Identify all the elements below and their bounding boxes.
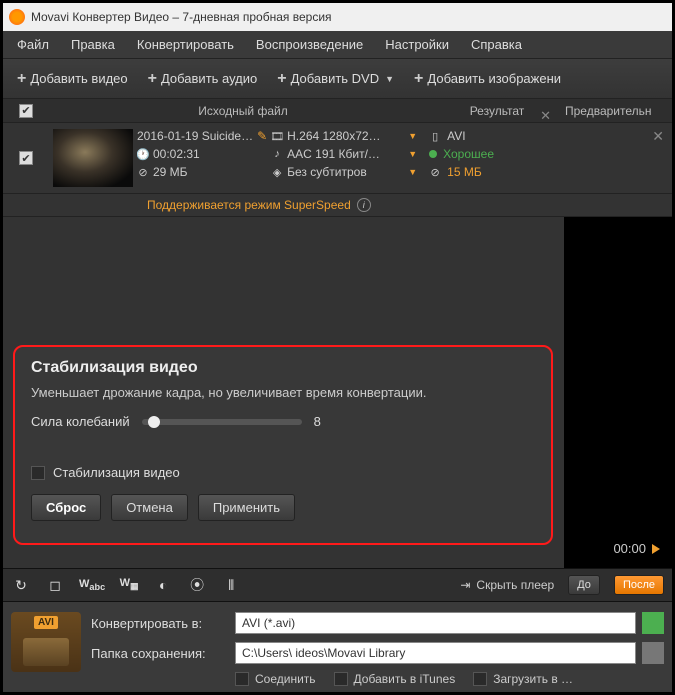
watermark-text-icon[interactable]: Wabc [79, 578, 105, 592]
stab-slider[interactable] [142, 419, 302, 425]
add-video-button[interactable]: +Добавить видео [7, 64, 138, 94]
app-icon [9, 9, 25, 25]
bottom-form: AVI Конвертировать в: AVI (*.avi) Папка … [3, 602, 672, 692]
video-dropdown-icon[interactable]: ▼ [408, 131, 423, 141]
result-format: AVI [447, 129, 465, 143]
select-all-checkbox[interactable]: ✔ [19, 104, 33, 118]
rotate-icon[interactable]: ↻ [11, 577, 31, 594]
file-checkbox[interactable]: ✔ [19, 151, 33, 165]
slider-thumb[interactable] [148, 416, 160, 428]
watermark-image-icon[interactable]: W▦ [119, 577, 139, 592]
result-quality: Хорошее [443, 147, 494, 161]
audio-icon: ♪ [271, 148, 283, 160]
video-icon: 🎞 [271, 130, 283, 142]
app-window: Movavi Конвертер Видео – 7-дневная пробн… [0, 0, 675, 695]
menu-convert[interactable]: Конвертировать [127, 33, 244, 56]
stabilization-panel: Стабилизация видео Уменьшает дрожание ка… [13, 345, 553, 545]
format-badge: AVI [34, 616, 58, 629]
col-source: Исходный файл [49, 104, 437, 118]
stab-slider-value: 8 [314, 414, 321, 429]
menu-edit[interactable]: Правка [61, 33, 125, 56]
hide-player-button[interactable]: ⇥ Скрыть плеер [460, 578, 554, 592]
menu-file[interactable]: Файл [7, 33, 59, 56]
file-name: 2016-01-19 Suicide… [137, 129, 253, 143]
menubar: Файл Правка Конвертировать Воспроизведен… [3, 31, 672, 59]
close-result-icon[interactable]: ✕ [540, 108, 551, 124]
disk-icon: ⊘ [429, 166, 441, 178]
remove-file-icon[interactable]: ✕ [652, 128, 664, 145]
equalizer-icon[interactable]: ⫴ [221, 577, 241, 594]
plus-icon: + [17, 70, 26, 88]
crop-icon[interactable]: ◻ [45, 577, 65, 594]
window-title: Movavi Конвертер Видео – 7-дневная пробн… [31, 10, 332, 24]
chevron-down-icon: ▼ [385, 74, 394, 84]
plus-icon: + [277, 70, 286, 88]
itunes-label: Добавить в iTunes [354, 672, 456, 686]
toolbar: +Добавить видео +Добавить аудио +Добавит… [3, 59, 672, 99]
menu-settings[interactable]: Настройки [375, 33, 459, 56]
info-icon[interactable]: i [357, 198, 371, 212]
subtitles: Без субтитров [287, 165, 367, 179]
quality-dot-icon [429, 150, 437, 158]
device-icon: ▯ [429, 130, 441, 142]
disk-icon: ⊘ [137, 166, 149, 178]
file-size: 29 МБ [153, 165, 188, 179]
subtitle-icon: ◈ [271, 166, 283, 178]
video-codec: H.264 1280x72… [287, 129, 380, 143]
result-size[interactable]: 15 МБ [447, 165, 482, 179]
before-button[interactable]: До [568, 575, 600, 595]
col-result: Результат✕ [437, 104, 557, 118]
stab-description: Уменьшает дрожание кадра, но увеличивает… [31, 385, 535, 400]
file-row: ✔ 2016-01-19 Suicide…✎ 🕐00:02:31 ⊘29 МБ … [3, 123, 672, 194]
upload-label: Загрузить в … [493, 672, 573, 686]
column-header: ✔ Исходный файл Результат✕ Предварительн [3, 99, 672, 123]
stab-title: Стабилизация видео [31, 359, 535, 377]
collapse-right-icon: ⇥ [460, 578, 470, 592]
edit-name-icon[interactable]: ✎ [257, 129, 271, 143]
menu-playback[interactable]: Воспроизведение [246, 33, 373, 56]
titlebar: Movavi Конвертер Видео – 7-дневная пробн… [3, 3, 672, 31]
join-label: Соединить [255, 672, 316, 686]
menu-help[interactable]: Справка [461, 33, 532, 56]
convert-to-input[interactable]: AVI (*.avi) [235, 612, 636, 634]
add-dvd-button[interactable]: +Добавить DVD▼ [267, 64, 404, 94]
stab-slider-label: Сила колебаний [31, 414, 130, 429]
save-folder-browse-button[interactable] [642, 642, 664, 664]
format-icon: AVI [11, 612, 81, 672]
adjust-icon[interactable]: ◐ [153, 577, 173, 593]
itunes-checkbox[interactable] [334, 672, 348, 686]
save-folder-input[interactable]: C:\Users\ ideos\Movavi Library [235, 642, 636, 664]
cancel-button[interactable]: Отмена [111, 494, 188, 521]
after-button[interactable]: После [614, 575, 664, 595]
time-display: 00:00 [613, 541, 660, 556]
stab-checkbox-label: Стабилизация видео [53, 465, 180, 480]
subtitle-dropdown-icon[interactable]: ▼ [408, 167, 423, 177]
preview-pane [564, 217, 672, 568]
file-duration: 00:02:31 [153, 147, 200, 161]
audio-codec: AAC 191 Кбит/… [287, 147, 380, 161]
stab-checkbox[interactable] [31, 466, 45, 480]
join-checkbox[interactable] [235, 672, 249, 686]
convert-to-label: Конвертировать в: [91, 616, 229, 631]
main-area: ▼ Стабилизация видео Уменьшает дрожание … [3, 217, 672, 568]
toolstrip: ↻ ◻ Wabc W▦ ◐ ⦿ ⫴ ⇥ Скрыть плеер До Посл… [3, 568, 672, 602]
convert-to-browse-button[interactable] [642, 612, 664, 634]
audio-dropdown-icon[interactable]: ▼ [408, 149, 423, 159]
apply-button[interactable]: Применить [198, 494, 295, 521]
plus-icon: + [148, 70, 157, 88]
add-image-button[interactable]: +Добавить изображени [404, 64, 571, 94]
clock-icon: 🕐 [137, 148, 149, 160]
upload-checkbox[interactable] [473, 672, 487, 686]
capture-icon[interactable]: ⦿ [187, 575, 207, 595]
superspeed-note: Поддерживается режим SuperSpeed i [3, 194, 672, 217]
reset-button[interactable]: Сброс [31, 494, 101, 521]
add-audio-button[interactable]: +Добавить аудио [138, 64, 268, 94]
plus-icon: + [414, 70, 423, 88]
col-preview: Предварительн [557, 104, 672, 118]
file-thumbnail[interactable] [53, 129, 133, 187]
save-folder-label: Папка сохранения: [91, 646, 229, 661]
playhead-icon[interactable] [652, 544, 660, 554]
